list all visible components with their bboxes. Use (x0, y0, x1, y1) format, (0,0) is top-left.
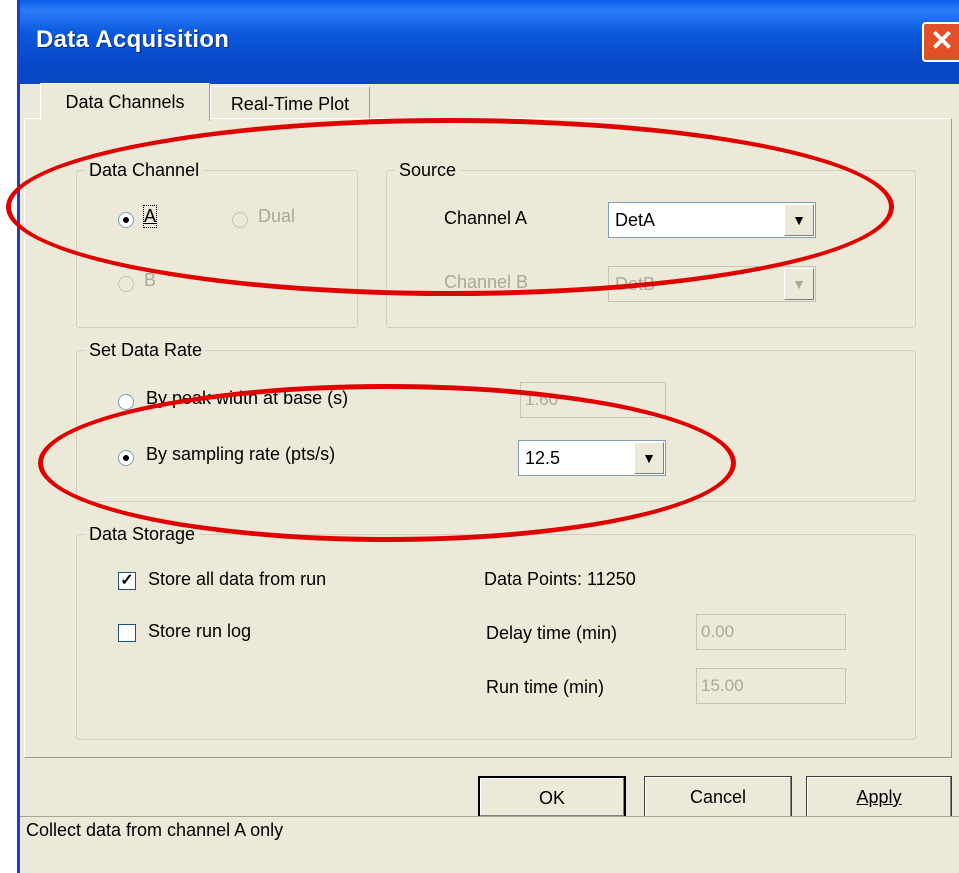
sampling-rate-label: By sampling rate (pts/s) (146, 444, 336, 464)
chevron-down-icon[interactable]: ▼ (784, 204, 814, 236)
channel-b-select[interactable]: DetB ▼ (608, 266, 816, 302)
cancel-button[interactable]: Cancel (644, 776, 792, 818)
close-icon[interactable]: ✕ (922, 22, 959, 62)
store-all-checkbox[interactable]: ✓ (118, 572, 136, 590)
channel-b-label: Channel B (444, 272, 529, 292)
data-channel-legend: Data Channel (89, 160, 200, 180)
radio-channel-a-label: A (142, 205, 158, 228)
store-log-checkbox[interactable] (118, 624, 136, 642)
background-strip (0, 0, 18, 873)
radio-channel-dual[interactable] (232, 212, 248, 228)
delay-time-input[interactable]: 0.00 (696, 614, 846, 650)
tab-real-time-plot[interactable]: Real-Time Plot (210, 86, 370, 120)
data-rate-legend: Set Data Rate (89, 340, 203, 360)
radio-peak-width[interactable] (118, 394, 134, 410)
radio-channel-b[interactable] (118, 276, 134, 292)
peak-width-input[interactable]: 1.60 (520, 382, 666, 418)
radio-channel-a[interactable] (118, 212, 134, 228)
data-rate-group: Set Data Rate (76, 340, 916, 502)
chevron-down-icon[interactable]: ▼ (784, 268, 814, 300)
radio-channel-dual-label: Dual (258, 206, 296, 226)
channel-b-value: DetB (615, 274, 656, 294)
data-channel-group: Data Channel (76, 160, 358, 328)
status-text: Collect data from channel A only (26, 820, 284, 840)
ok-button[interactable]: OK (478, 776, 626, 818)
delay-time-label: Delay time (min) (486, 623, 618, 643)
source-group: Source (386, 160, 916, 328)
sampling-rate-select[interactable]: 12.5 ▼ (518, 440, 666, 476)
window-title: Data Acquisition (36, 26, 230, 53)
tab-data-channels[interactable]: Data Channels (40, 83, 210, 121)
radio-channel-b-label: B (144, 270, 157, 290)
sampling-rate-value: 12.5 (525, 448, 561, 468)
channel-a-label: Channel A (444, 208, 528, 228)
store-all-label: Store all data from run (148, 569, 327, 589)
chevron-down-icon[interactable]: ▼ (634, 442, 664, 474)
channel-a-select[interactable]: DetA ▼ (608, 202, 816, 238)
data-points-readout: Data Points: 11250 (484, 569, 636, 589)
store-log-label: Store run log (148, 621, 252, 641)
data-storage-legend: Data Storage (89, 524, 196, 544)
source-legend: Source (399, 160, 457, 180)
run-time-input[interactable]: 15.00 (696, 668, 846, 704)
channel-a-value: DetA (615, 210, 656, 230)
peak-width-label: By peak width at base (s) (146, 388, 349, 408)
radio-sampling-rate[interactable] (118, 450, 134, 466)
apply-button[interactable]: Apply (806, 776, 952, 818)
run-time-label: Run time (min) (486, 677, 605, 697)
